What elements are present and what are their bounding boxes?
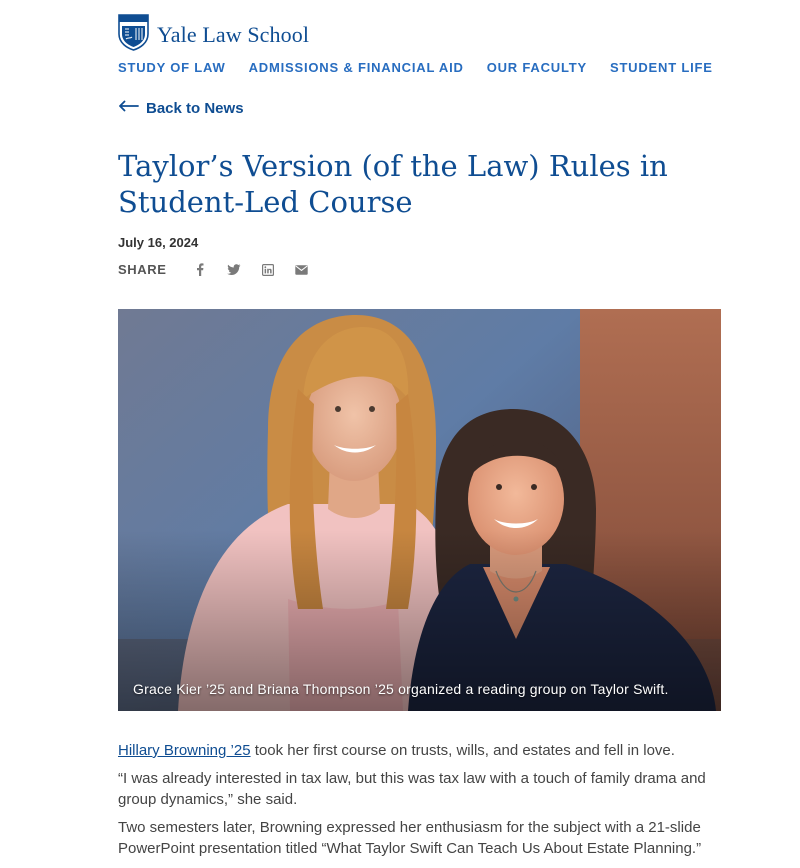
article-title: Taylor’s Version (of the Law) Rules in S… (118, 149, 668, 219)
article-paragraph: Two semesters later, Browning expressed … (118, 819, 702, 857)
back-to-news-link[interactable]: Back to News (118, 99, 244, 117)
shield-icon (118, 14, 149, 56)
nav-study-of-law[interactable]: STUDY OF LAW (118, 60, 226, 75)
site-name: Yale Law School (157, 22, 310, 47)
linkedin-icon[interactable] (261, 263, 275, 277)
nav-admissions-financial-aid[interactable]: ADMISSIONS & FINANCIAL AID (249, 60, 464, 75)
site-logo[interactable]: Yale Law School (118, 14, 309, 56)
share-label: SHARE (118, 262, 167, 277)
facebook-icon[interactable] (193, 263, 207, 277)
hillary-browning-link[interactable]: Hillary Browning ’25 (118, 742, 251, 759)
back-to-news-label: Back to News (146, 99, 244, 117)
paragraph-text: took her first course on trusts, wills, … (250, 742, 675, 759)
nav-our-faculty[interactable]: OUR FACULTY (487, 60, 587, 75)
article-body: Hillary Browning ’25 took her first cour… (118, 740, 728, 866)
twitter-icon[interactable] (226, 263, 241, 277)
share-bar: SHARE (118, 262, 319, 277)
article-paragraph: Hillary Browning ’25 took her first cour… (118, 740, 728, 761)
article-hero-image: Grace Kier ’25 and Briana Thompson ’25 o… (118, 309, 721, 711)
hero-photo (118, 309, 721, 711)
arrow-left-icon (118, 99, 139, 117)
image-caption: Grace Kier ’25 and Briana Thompson ’25 o… (133, 681, 669, 697)
nav-student-life[interactable]: STUDENT LIFE (610, 60, 713, 75)
email-icon[interactable] (295, 263, 309, 277)
article-paragraph: “I was already interested in tax law, bu… (118, 770, 706, 808)
article-date: July 16, 2024 (118, 235, 199, 250)
main-nav: STUDY OF LAW ADMISSIONS & FINANCIAL AID … (118, 60, 736, 75)
